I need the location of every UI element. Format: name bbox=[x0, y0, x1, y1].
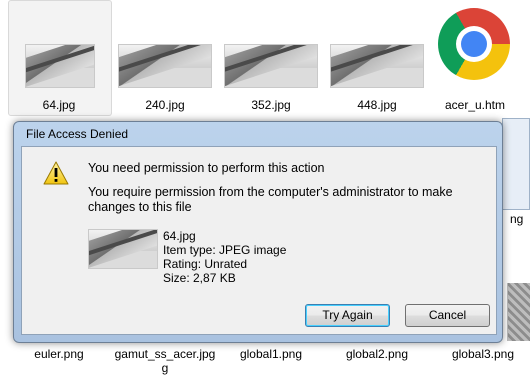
dialog-title: File Access Denied bbox=[26, 127, 129, 141]
file-label: euler.png bbox=[34, 347, 84, 361]
file-label: global2.png bbox=[345, 347, 409, 361]
file-thumbnail bbox=[118, 44, 212, 88]
file-name: 64.jpg bbox=[163, 229, 196, 243]
file-label: gamut_ss_acer.jpg bbox=[114, 347, 216, 361]
file-thumbnail bbox=[224, 44, 318, 88]
file-label: 352.jpg bbox=[251, 98, 291, 112]
file-item-240[interactable]: 240.jpg bbox=[114, 0, 216, 114]
file-label: global3.png bbox=[451, 347, 515, 361]
file-label: 64.jpg bbox=[42, 98, 76, 112]
dialog-headline: You need permission to perform this acti… bbox=[88, 161, 325, 175]
file-item-64[interactable]: 64.jpg bbox=[8, 0, 110, 114]
warning-icon bbox=[43, 161, 69, 185]
file-details: 64.jpg Item type: JPEG image Rating: Unr… bbox=[163, 229, 286, 285]
file-item-448[interactable]: 448.jpg bbox=[326, 0, 428, 114]
partial-label: ng bbox=[510, 212, 524, 226]
dialog-body: You need permission to perform this acti… bbox=[21, 146, 497, 335]
file-size: Size: 2,87 KB bbox=[163, 271, 236, 285]
file-item-acer-u[interactable]: acer_u.htm bbox=[424, 0, 526, 114]
file-label-wrap: g bbox=[161, 361, 169, 375]
try-again-button[interactable]: Try Again bbox=[305, 304, 390, 327]
cancel-button[interactable]: Cancel bbox=[405, 304, 490, 327]
dialog-description: You require permission from the computer… bbox=[88, 185, 453, 214]
file-thumbnail bbox=[25, 44, 95, 88]
file-rating: Rating: Unrated bbox=[163, 257, 248, 271]
file-item-type: Item type: JPEG image bbox=[163, 243, 287, 257]
file-access-denied-dialog: File Access Denied You need permission t… bbox=[13, 121, 503, 343]
file-label: acer_u.htm bbox=[444, 98, 506, 112]
partial-thumbnail bbox=[502, 118, 530, 210]
file-thumbnail bbox=[88, 229, 158, 269]
file-label: global1.png bbox=[239, 347, 303, 361]
file-label: 448.jpg bbox=[357, 98, 397, 112]
file-label: 240.jpg bbox=[145, 98, 185, 112]
file-thumbnail bbox=[330, 44, 424, 88]
partial-thumbnail bbox=[507, 283, 530, 341]
file-item-352[interactable]: 352.jpg bbox=[220, 0, 322, 114]
